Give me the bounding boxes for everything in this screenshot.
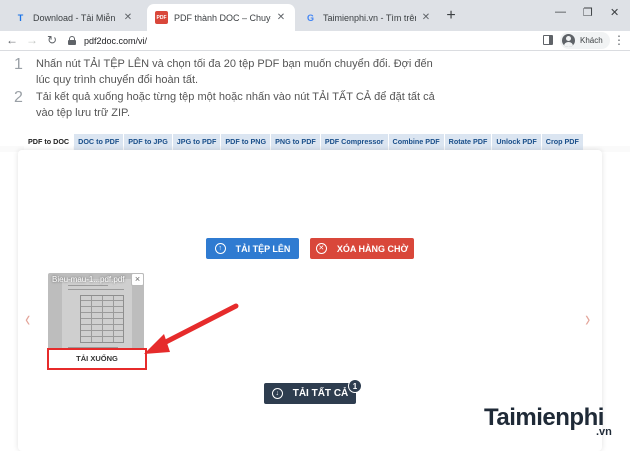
lock-icon[interactable] <box>68 36 76 45</box>
menu-icon[interactable]: ⋮ <box>613 33 625 47</box>
step-text: Tải kết quả xuống hoặc từng tệp một hoặc… <box>36 91 435 119</box>
url-text: pdf2doc.com/vi/ <box>84 35 148 46</box>
close-tab-icon[interactable]: ✕ <box>122 12 134 23</box>
annotation-arrow <box>144 303 239 354</box>
close-tab-icon[interactable]: ✕ <box>275 12 287 23</box>
download-file-button[interactable]: TẢI XUỐNG <box>47 348 147 370</box>
step-number: 1 <box>14 56 23 73</box>
close-circle-icon: ✕ <box>315 243 327 254</box>
back-arrow-icon[interactable]: ← <box>4 33 20 47</box>
tab-doc-to-pdf[interactable]: DOC to PDF <box>74 134 124 150</box>
tab-google[interactable]: G Taimienphi.vn - Tìm trên Google ✕ <box>296 4 440 31</box>
step-number: 2 <box>14 89 23 106</box>
tab-rotate-pdf[interactable]: Rotate PDF <box>444 134 492 150</box>
step-text: Nhấn nút TẢI TỆP LÊN và chọn tối đa 20 t… <box>36 58 433 86</box>
remove-file-icon[interactable]: × <box>131 273 144 286</box>
tab-pdf-to-png[interactable]: PDF to PNG <box>221 134 271 150</box>
tab-unlock-pdf[interactable]: Unlock PDF <box>492 134 541 150</box>
tab-pdf-to-doc[interactable]: PDF to DOC <box>24 134 74 150</box>
step-1: 1 Nhấn nút TẢI TỆP LÊN và chọn tối đa 20… <box>14 56 436 88</box>
browser-toolbar: ← → ↻ pdf2doc.com/vi/ Khách ⋮ <box>0 31 630 51</box>
tab-strip: T Download - Tải Miễn Phí VN - Ph ✕ PDF … <box>0 0 630 31</box>
forward-arrow-icon[interactable]: → <box>24 33 40 47</box>
profile-button[interactable]: Khách <box>560 32 610 49</box>
new-tab-button[interactable]: + <box>443 8 459 24</box>
restore-icon[interactable]: ❐ <box>583 6 593 19</box>
close-window-icon[interactable]: ✕ <box>610 6 619 19</box>
tab-pdf2doc[interactable]: PDF PDF thành DOC – Chuyển đổi trự ✕ <box>147 4 295 31</box>
address-bar[interactable]: pdf2doc.com/vi/ <box>68 31 528 50</box>
minimize-icon[interactable]: — <box>555 6 566 18</box>
carousel-next-icon[interactable]: › <box>585 306 590 332</box>
upload-label: TẢI TỆP LÊN <box>235 243 291 254</box>
tab-title: Taimienphi.vn - Tìm trên Google <box>323 12 416 23</box>
logo-text: Taimienphi <box>484 404 604 431</box>
pdf-favicon-icon: PDF <box>155 11 168 24</box>
carousel-prev-icon[interactable]: ‹ <box>25 306 30 332</box>
tab-crop-pdf[interactable]: Crop PDF <box>541 134 583 150</box>
tab-title: Download - Tải Miễn Phí VN - Ph <box>33 12 118 23</box>
upload-arrow-icon: ↑ <box>214 243 226 254</box>
taimienphi-favicon-icon: T <box>17 12 24 23</box>
logo-suffix: .vn <box>596 426 612 438</box>
side-panel-icon[interactable] <box>543 35 553 45</box>
close-tab-icon[interactable]: ✕ <box>420 12 432 23</box>
clear-label: XÓA HÀNG CHỜ <box>336 243 409 254</box>
file-count-badge: 1 <box>348 379 362 393</box>
tab-pdf-to-jpg[interactable]: PDF to JPG <box>124 134 172 150</box>
tab-combine-pdf[interactable]: Combine PDF <box>388 134 444 150</box>
document-preview <box>62 279 132 353</box>
tab-title: PDF thành DOC – Chuyển đổi trự <box>174 12 271 23</box>
reload-icon[interactable]: ↻ <box>44 33 60 47</box>
download-all-button[interactable]: ↓ TẢI TẤT CẢ <box>264 383 356 404</box>
tab-jpg-to-pdf[interactable]: JPG to PDF <box>172 134 221 150</box>
upload-button[interactable]: ↑ TẢI TỆP LÊN <box>206 238 299 259</box>
download-all-label: TẢI TẤT CẢ <box>292 388 349 399</box>
tab-png-to-pdf[interactable]: PNG to PDF <box>271 134 320 150</box>
google-favicon-icon: G <box>306 12 314 23</box>
format-tabs: PDF to DOC DOC to PDF PDF to JPG JPG to … <box>24 134 584 150</box>
file-name: Bieu-mau-1...pdf.pdf <box>52 275 125 284</box>
tab-pdf-compressor[interactable]: PDF Compressor <box>320 134 388 150</box>
download-arrow-icon: ↓ <box>271 388 283 399</box>
avatar-icon <box>562 34 575 47</box>
profile-label: Khách <box>580 36 603 45</box>
tab-download[interactable]: T Download - Tải Miễn Phí VN - Ph ✕ <box>6 4 142 31</box>
clear-queue-button[interactable]: ✕ XÓA HÀNG CHỜ <box>310 238 414 259</box>
step-2: 2 Tải kết quả xuống hoặc từng tệp một ho… <box>14 89 436 121</box>
